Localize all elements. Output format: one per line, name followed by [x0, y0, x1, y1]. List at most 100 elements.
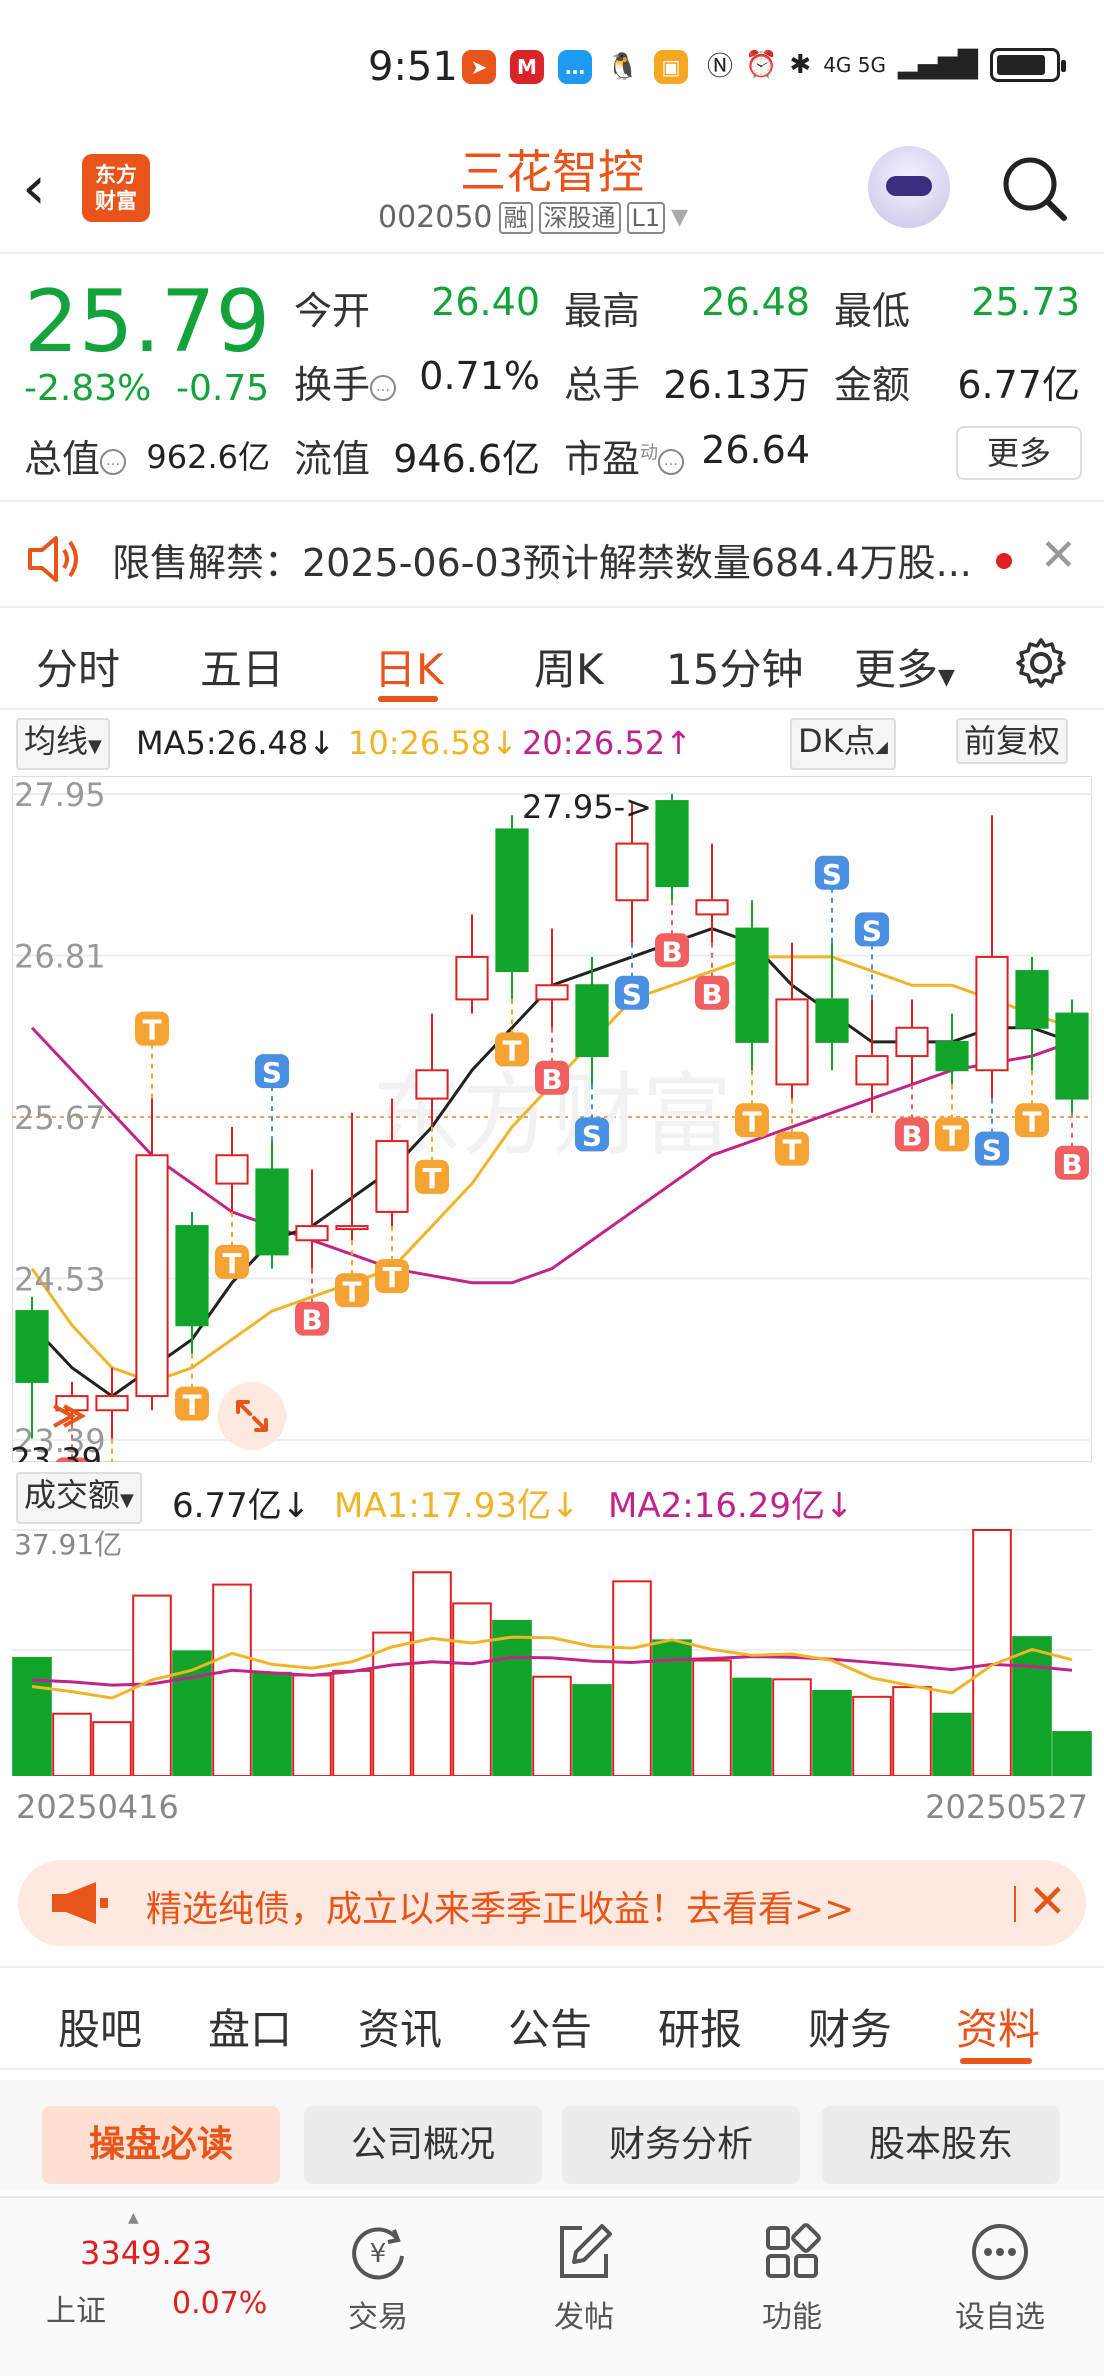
close-icon[interactable]: ✕ [1028, 1874, 1067, 1928]
indicator-selector[interactable]: 均线▼ [16, 718, 110, 770]
subtab-company-overview[interactable]: 公司概况 [304, 2106, 542, 2184]
dk-point-label: DK点 [798, 722, 876, 760]
tab-announcements[interactable]: 公告 [508, 1996, 592, 2057]
system-icons: Ⓝ ⏰ ✱ 4G 5G ▂▄▆█ [707, 46, 1066, 83]
tab-intraday[interactable]: 分时 [36, 636, 120, 697]
tab-five-day[interactable]: 五日 [200, 636, 284, 697]
candle-body [95, 1395, 129, 1412]
active-tab-indicator [378, 696, 438, 702]
tab-daily-k[interactable]: 日K [374, 636, 444, 697]
volume-bar [212, 1583, 252, 1776]
signal-letter: B [301, 1304, 322, 1337]
adjust-selector[interactable]: 前复权 [956, 718, 1069, 764]
volume-value: 26.13万 [663, 363, 810, 407]
nav-post-label: 发帖 [554, 2300, 614, 2335]
volume-bar [732, 1677, 772, 1776]
subtab-shareholders[interactable]: 股本股东 [822, 2106, 1060, 2184]
volume-bar [572, 1684, 612, 1776]
stock-code-row[interactable]: 002050 融 深股通 L1 ▼ [378, 200, 688, 235]
close-icon[interactable]: ✕ [1040, 530, 1077, 581]
ma20-value: 20:26.52↑ [522, 724, 692, 762]
candle-body [735, 927, 769, 1043]
volume-bar [1052, 1731, 1092, 1776]
info-icon[interactable]: … [100, 448, 127, 475]
promo-banner[interactable]: 精选纯债，成立以来季季正收益！去看看>> ✕ [18, 1860, 1086, 1946]
gear-icon[interactable] [1014, 636, 1068, 690]
margin-tag: 融 [498, 201, 533, 234]
nav-post[interactable]: 发帖 [514, 2208, 654, 2336]
dropdown-arrow-icon: ▼ [88, 736, 102, 757]
subtab-must-read[interactable]: 操盘必读 [42, 2106, 280, 2184]
candle-body [855, 1055, 889, 1086]
search-icon[interactable] [998, 152, 1070, 224]
signal-letter: B [661, 935, 682, 968]
candle-body [135, 1154, 169, 1398]
nav-trade[interactable]: ¥ 交易 [308, 2208, 448, 2336]
tab-weekly-k[interactable]: 周K [534, 636, 604, 697]
volume-bar [292, 1674, 332, 1776]
volume-value: 6.77亿↓ [172, 1486, 311, 1526]
bluetooth-icon: ✱ [789, 49, 812, 80]
index-value: 3349.23 [80, 2234, 213, 2272]
volume-bar [412, 1571, 452, 1776]
dropdown-arrow-icon: ▼ [938, 665, 955, 690]
svg-text:¥: ¥ [370, 2239, 387, 2269]
nav-functions[interactable]: 功能 [722, 2208, 862, 2336]
subtab-financial-analysis[interactable]: 财务分析 [562, 2106, 800, 2184]
nfc-icon: Ⓝ [707, 52, 734, 82]
tab-more[interactable]: 更多▼ [854, 636, 955, 697]
current-price: 25.79 [24, 272, 271, 372]
stock-header: ‹ 东方 财富 三花智控 002050 融 深股通 L1 ▼ [0, 130, 1104, 254]
turnover-label: 换手… [294, 354, 397, 409]
ma5-value: MA5:26.48↓ [136, 724, 336, 762]
signal-letter: T [422, 1162, 441, 1195]
lockup-notice[interactable]: 限售解禁：2025-06-03预计解禁数量684.4万股... ✕ [0, 504, 1104, 608]
pe-label: 市盈动… [564, 428, 685, 483]
market-cap-label-text: 总值 [24, 437, 101, 481]
volume-bar [972, 1529, 1012, 1776]
ma-legend-bar: 均线▼ MA5:26.48↓ 10:26.58↓ 20:26.52↑ DK点◢ … [0, 714, 1104, 770]
volume-bar [252, 1671, 292, 1776]
megaphone-icon [52, 1882, 108, 1924]
signal-letter: T [942, 1119, 961, 1152]
y-tick-label: 27.95 [14, 776, 106, 814]
volume-bar [892, 1686, 932, 1776]
tab-finance[interactable]: 财务 [808, 1996, 892, 2057]
amount-label: 金额 [834, 363, 911, 407]
tab-research[interactable]: 研报 [658, 1996, 742, 2057]
tab-forum[interactable]: 股吧 [58, 1996, 142, 2057]
candlestick-chart[interactable]: 东方财富 BTTTTSBTTTTBSSBBTTSSBTSTB 27.9526.8… [12, 776, 1092, 1462]
turnover-value: 0.71% [419, 354, 540, 398]
volume-selector-label: 成交额 [24, 1476, 121, 1514]
signal-letter: B [541, 1063, 562, 1096]
candle-body [295, 1225, 329, 1242]
volume-chart[interactable]: 37.91亿 [12, 1524, 1092, 1776]
dk-point-toggle[interactable]: DK点◢ [790, 718, 896, 770]
volume-label: 总手 [564, 363, 641, 407]
info-icon[interactable]: … [370, 374, 397, 401]
signal-letter: B [1061, 1148, 1082, 1181]
more-button[interactable]: 更多 [956, 426, 1082, 480]
end-date: 20250527 [925, 1788, 1088, 1826]
tab-orderbook[interactable]: 盘口 [208, 1996, 292, 2057]
expand-icon[interactable] [218, 1382, 286, 1450]
candle-body [815, 998, 849, 1043]
tab-profile[interactable]: 资料 [956, 1996, 1040, 2057]
signal-letter: T [382, 1261, 401, 1294]
volume-bar [92, 1721, 132, 1776]
volume-indicator-selector[interactable]: 成交额▼ [16, 1472, 142, 1524]
indicator-selector-label: 均线 [24, 722, 89, 760]
robot-assistant-avatar[interactable] [868, 146, 950, 228]
volume-bar [532, 1675, 572, 1776]
signal-letter: T [1022, 1105, 1041, 1138]
tab-15min[interactable]: 15分钟 [666, 636, 803, 697]
candle-body [775, 998, 809, 1086]
signal-letter: T [222, 1247, 241, 1280]
unread-dot [996, 553, 1012, 569]
nav-watchlist[interactable]: 设自选 [930, 2208, 1070, 2336]
signal-letter: B [901, 1119, 922, 1152]
signal-icon: 4G 5G [823, 52, 887, 77]
bank-notification-icon: M [510, 50, 544, 84]
tab-news[interactable]: 资讯 [358, 1996, 442, 2057]
nav-functions-label: 功能 [762, 2300, 822, 2335]
